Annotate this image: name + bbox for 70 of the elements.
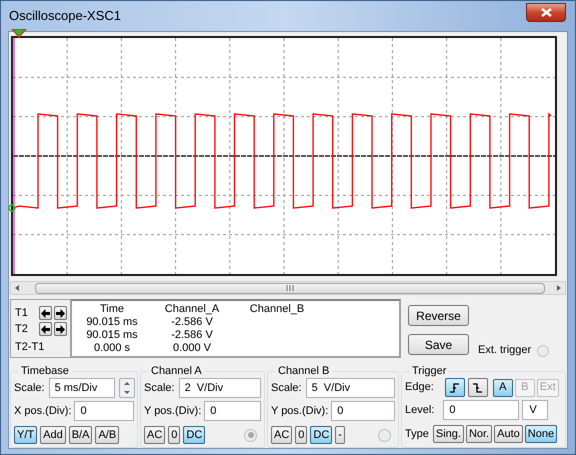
- falling-edge-icon: [472, 382, 484, 394]
- field-label: Level:: [405, 402, 434, 418]
- cursor-label: T2-T1: [15, 341, 44, 354]
- cursor-left-button[interactable]: [39, 306, 52, 320]
- cursor-right-button[interactable]: [54, 322, 67, 336]
- field-label: Y pos.(Div):: [144, 404, 202, 419]
- toggle-button[interactable]: Add: [40, 426, 66, 444]
- close-icon: [540, 8, 552, 16]
- field-label: Type: [405, 426, 429, 442]
- scrollbar-thumb[interactable]: [34, 282, 546, 294]
- column-header: Channel_B: [248, 303, 306, 316]
- toggle-button[interactable]: A: [492, 378, 513, 396]
- edge-button[interactable]: [468, 378, 488, 397]
- field-label: Scale:: [14, 380, 45, 396]
- toggle-button[interactable]: None: [524, 425, 558, 443]
- save-button[interactable]: Save: [408, 334, 469, 355]
- position-field[interactable]: 0: [74, 401, 134, 421]
- toggle-button[interactable]: Y/T: [14, 426, 38, 444]
- table-cell-text: -2.586 V: [170, 329, 214, 342]
- trigger-marker-icon: [8, 204, 16, 212]
- toggle-button[interactable]: -: [335, 426, 345, 444]
- table-cell-text: -2.586 V: [170, 316, 214, 329]
- table-cell-text: 0.000 V: [172, 342, 212, 355]
- field-label: X pos.(Div):: [14, 404, 72, 419]
- cursor-left-button[interactable]: [39, 322, 52, 336]
- group-title: Trigger: [409, 364, 450, 378]
- reverse-button[interactable]: Reverse: [408, 305, 469, 326]
- scale-field[interactable]: 2 V/Div: [178, 378, 261, 398]
- cursor-label: T1: [15, 306, 29, 321]
- close-button[interactable]: [526, 2, 566, 22]
- table-cell-text: 0.000 s: [92, 342, 132, 355]
- table-cell-text: 90.015 ms: [85, 329, 139, 342]
- position-field[interactable]: 0: [204, 401, 261, 421]
- column-header: Channel_A: [164, 303, 220, 316]
- field-label: Scale:: [144, 380, 175, 396]
- toggle-button[interactable]: Nor.: [466, 425, 492, 443]
- toggle-button[interactable]: Sing.: [432, 425, 464, 443]
- level-field[interactable]: 0: [443, 400, 520, 420]
- toggle-button: Ext: [536, 378, 559, 396]
- position-field[interactable]: 0: [331, 401, 395, 421]
- cursor-marker-icon[interactable]: [11, 29, 27, 39]
- toggle-button[interactable]: AC: [271, 426, 292, 444]
- toggle-button: B: [514, 378, 535, 396]
- toggle-button[interactable]: Auto: [494, 425, 523, 443]
- ext-trigger-label: Ext. trigger: [478, 342, 532, 358]
- terminal-radio[interactable]: [378, 428, 391, 442]
- table-cell-text: 90.015 ms: [85, 316, 139, 329]
- edge-button[interactable]: [444, 378, 465, 397]
- toggle-button[interactable]: DC: [310, 426, 332, 444]
- horizontal-scrollbar[interactable]: [10, 281, 566, 295]
- field-label: Edge:: [405, 380, 434, 396]
- cursor-label: T2: [15, 322, 29, 337]
- toggle-button[interactable]: B/A: [68, 426, 92, 444]
- scale-field[interactable]: 5 V/Div: [306, 378, 395, 398]
- toggle-button[interactable]: 0: [168, 426, 180, 444]
- cursor-right-button[interactable]: [54, 306, 67, 320]
- window-title: Oscilloscope-XSC1: [9, 7, 121, 26]
- rising-edge-icon: [449, 382, 460, 394]
- unit-label: V: [522, 400, 548, 420]
- toggle-button[interactable]: AC: [144, 426, 166, 444]
- toggle-button[interactable]: 0: [295, 426, 308, 444]
- field-label: Scale:: [271, 380, 302, 396]
- column-header: Time: [98, 303, 126, 316]
- toggle-button[interactable]: DC: [183, 426, 206, 444]
- scale-field[interactable]: 5 ms/Div: [48, 378, 115, 398]
- field-label: Y pos.(Div):: [271, 404, 328, 419]
- grip-icon: [286, 285, 294, 291]
- terminal-radio[interactable]: [244, 428, 257, 442]
- toggle-button[interactable]: A/B: [95, 426, 120, 444]
- spinner-control[interactable]: [118, 378, 135, 398]
